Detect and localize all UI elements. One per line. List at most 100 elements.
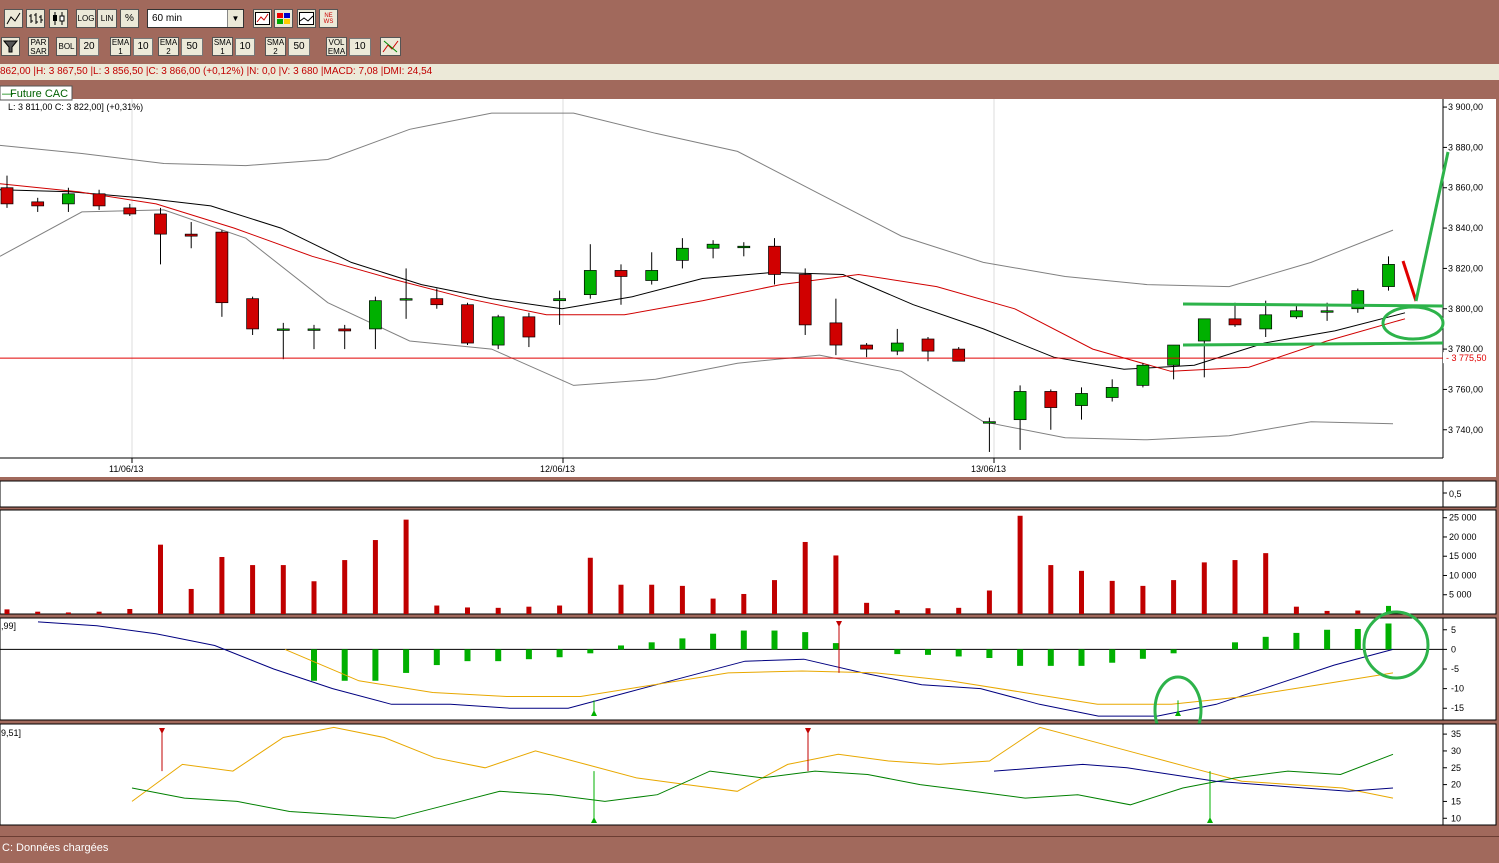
volume-ema-button[interactable]: VOL EMA <box>326 37 347 56</box>
bar-chart-button[interactable] <box>26 9 45 28</box>
chart-area[interactable]: 3 900,00 3 880,00 3 860,00 3 840,00 3 820,00… <box>0 80 1499 836</box>
macd-histogram-bar <box>1354 628 1361 650</box>
volume-bar <box>1201 562 1207 614</box>
ohlc-readout: L: 3 811,00 C: 3 822,00] (+0,31%) <box>8 102 143 112</box>
macd-histogram-bar <box>832 643 839 650</box>
support-level-label: - 3 775,50 <box>1446 353 1487 363</box>
line-chart-button[interactable] <box>4 9 23 28</box>
volume-bar <box>1263 553 1269 614</box>
volume-bar <box>986 590 992 614</box>
parabolic-sar-button[interactable]: PAR SAR <box>28 37 49 56</box>
volume-bar <box>311 581 317 614</box>
resistance-drawn-line <box>1182 302 1444 308</box>
log-scale-button[interactable]: LOG <box>76 9 96 28</box>
candle-body <box>1259 314 1273 330</box>
macd-histogram-bar <box>525 649 532 660</box>
chevron-down-icon[interactable]: ▼ <box>227 10 243 27</box>
volume-bar <box>96 611 102 614</box>
volume-bar <box>219 556 225 614</box>
sma1-button[interactable]: SMA 1 <box>212 37 233 56</box>
macd-label: ,99] <box>1 621 16 631</box>
bollinger-button[interactable]: BOL <box>56 37 77 56</box>
volume-bar <box>1355 610 1361 614</box>
candle-body <box>31 201 45 207</box>
ema2-period-field[interactable]: 50 <box>181 38 203 56</box>
dmi-tick-label: 20 <box>1451 780 1461 790</box>
volume-bar <box>1048 565 1054 614</box>
volume-tick-label: 10 000 <box>1449 570 1477 580</box>
volume-bar <box>280 565 286 614</box>
legend-series-name: Future CAC <box>10 88 68 100</box>
empty-indicator-panel[interactable] <box>0 480 1444 508</box>
volume-bar <box>802 541 808 614</box>
macd-histogram-bar <box>311 649 317 681</box>
ema1-period-field[interactable]: 10 <box>133 38 153 56</box>
price-tick-label: 3 800,00 <box>1448 304 1483 314</box>
macd-histogram-bar <box>1170 649 1177 654</box>
indicator-window-button[interactable] <box>297 9 316 28</box>
volume-bar <box>127 608 133 614</box>
macd-histogram-bar <box>464 649 471 662</box>
candle-body <box>1075 393 1088 406</box>
volume-panel[interactable] <box>0 509 1444 615</box>
candle-body <box>522 316 536 338</box>
macd-histogram-bar <box>925 649 931 655</box>
candle-body <box>1105 387 1119 398</box>
macd-histogram-bar <box>802 632 809 650</box>
funnel-button[interactable] <box>1 37 20 56</box>
volume-bar <box>649 584 655 614</box>
candle-body <box>583 270 597 295</box>
sma2-button[interactable]: SMA 2 <box>265 37 286 56</box>
sma2-period-field[interactable]: 50 <box>288 38 310 56</box>
macd-histogram-bar <box>1047 649 1054 666</box>
volume-bar <box>526 606 532 614</box>
bollinger-period-field[interactable]: 20 <box>79 38 99 56</box>
volume-bar <box>188 588 194 614</box>
price-tick-label: 3 900,00 <box>1448 102 1483 112</box>
ema2-button[interactable]: EMA 2 <box>158 37 179 56</box>
ema1-button[interactable]: EMA 1 <box>110 37 131 56</box>
percent-scale-button[interactable]: % <box>120 9 139 28</box>
candle-body <box>307 328 321 331</box>
support-drawn-line <box>1182 341 1444 347</box>
candle-body <box>1013 391 1027 421</box>
price-tick-label: 3 740,00 <box>1448 425 1483 435</box>
volume-bar <box>1140 585 1146 614</box>
volume-bar <box>587 557 593 614</box>
volume-bar <box>1109 580 1115 614</box>
volume-bar <box>434 605 440 614</box>
status-text: C: Données chargées <box>2 842 109 854</box>
macd-histogram-bar <box>1324 629 1331 650</box>
volume-tick-label: 20 000 <box>1449 532 1477 542</box>
news-button[interactable]: NEWS <box>319 9 338 28</box>
dmi-panel[interactable] <box>0 723 1444 826</box>
macd-histogram-bar <box>372 649 379 681</box>
candle-body <box>983 421 996 424</box>
volume-bar <box>1171 580 1177 614</box>
color-palette-button[interactable] <box>274 9 293 28</box>
chart-settings-icon <box>255 12 270 25</box>
drawing-tool-button[interactable] <box>380 37 401 56</box>
candle-body <box>123 207 137 215</box>
volume-ema-period-field[interactable]: 10 <box>349 38 371 56</box>
toolbar-main: LOG LIN % 60 min ▼ NEWS <box>0 0 1499 32</box>
macd-histogram-bar <box>1293 632 1300 650</box>
volume-bar <box>894 610 900 614</box>
candlestick-button[interactable] <box>49 9 68 28</box>
macd-histogram-bar <box>1078 649 1085 666</box>
price-tick-label: 3 880,00 <box>1448 142 1483 152</box>
period-select[interactable]: 60 min ▼ <box>147 9 244 28</box>
volume-bar <box>1079 570 1084 614</box>
macd-panel[interactable] <box>0 617 1444 721</box>
candle-body <box>369 300 382 330</box>
macd-histogram-bar <box>1385 623 1392 650</box>
sma1-period-field[interactable]: 10 <box>235 38 255 56</box>
price-tick-label: 3 840,00 <box>1448 223 1483 233</box>
macd-histogram-bar <box>1262 636 1269 650</box>
macd-histogram-bar <box>710 633 717 650</box>
candle-body <box>1382 264 1395 287</box>
chart-settings-button[interactable] <box>253 9 272 28</box>
macd-histogram-bar <box>556 649 563 658</box>
volume-bar <box>65 612 71 614</box>
linear-scale-button[interactable]: LIN <box>97 9 117 28</box>
